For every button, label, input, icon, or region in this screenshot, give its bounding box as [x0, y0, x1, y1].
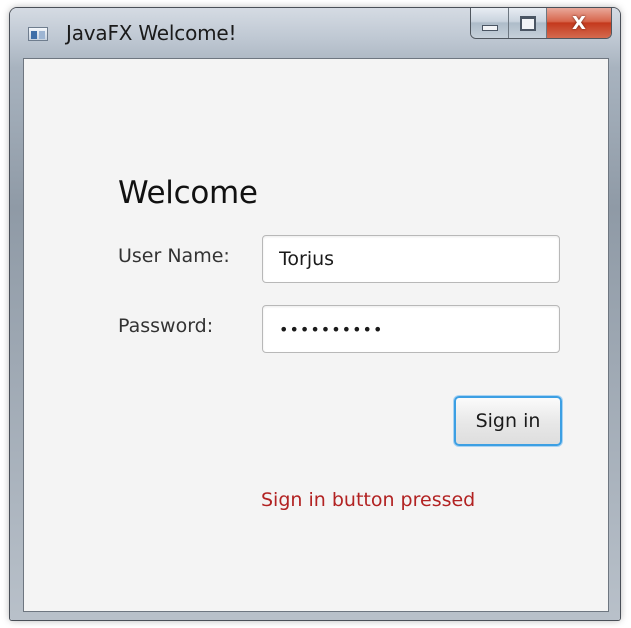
app-window: JavaFX Welcome! X Welcome User Name: Pas…: [10, 8, 620, 620]
page-title: Welcome: [118, 175, 258, 211]
username-input[interactable]: [262, 235, 560, 283]
password-input[interactable]: [262, 305, 560, 353]
caption-buttons: X: [470, 8, 612, 39]
minimize-button[interactable]: [471, 8, 509, 38]
app-icon[interactable]: [28, 27, 48, 41]
status-message: Sign in button pressed: [261, 489, 476, 511]
title-bar[interactable]: JavaFX Welcome! X: [10, 8, 620, 58]
sign-in-button[interactable]: Sign in: [454, 396, 562, 446]
minimize-icon: [481, 25, 498, 31]
window-content: Welcome User Name: Password: Sign in Sig…: [23, 58, 609, 612]
maximize-button[interactable]: [509, 8, 547, 38]
password-label: Password:: [118, 315, 214, 337]
close-icon: X: [572, 12, 586, 34]
username-label: User Name:: [118, 245, 230, 267]
maximize-icon: [519, 15, 536, 31]
close-button[interactable]: X: [547, 8, 611, 38]
window-title: JavaFX Welcome!: [66, 21, 237, 45]
